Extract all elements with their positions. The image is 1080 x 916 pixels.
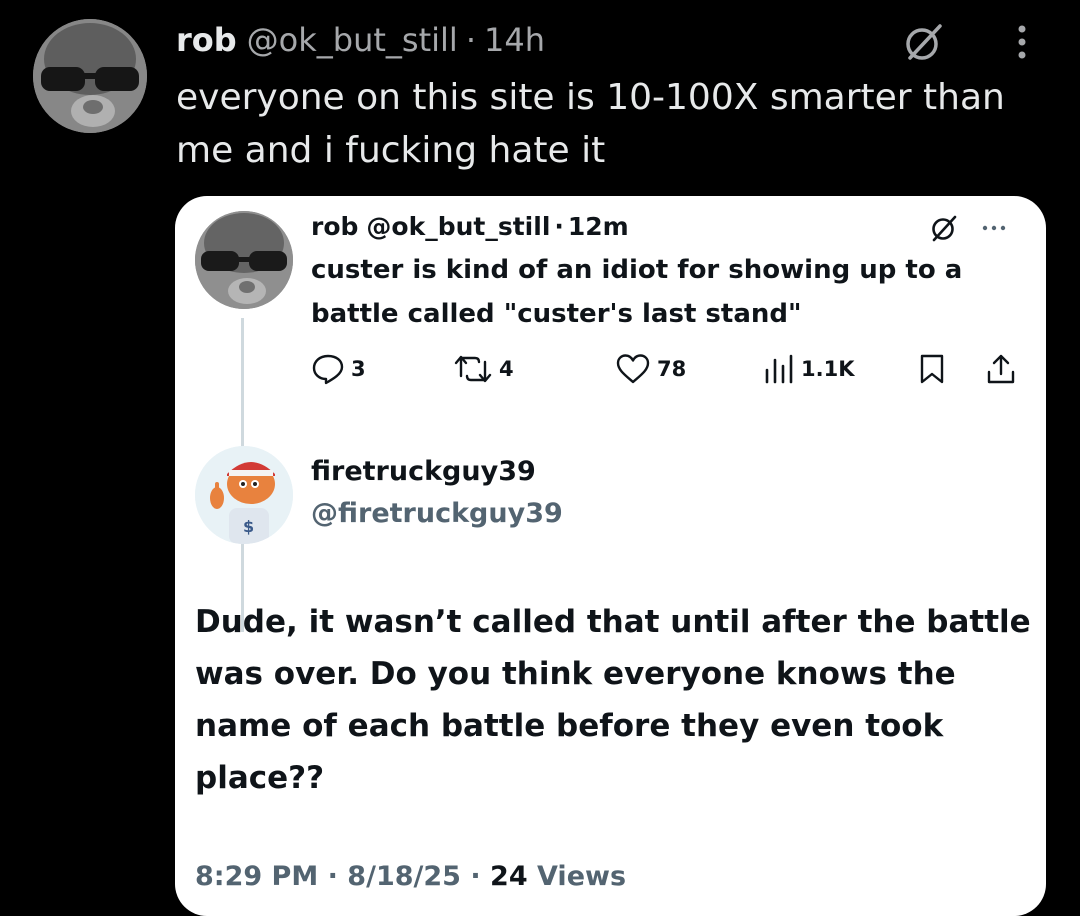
reply-display-name[interactable]: firetruckguy39 — [311, 456, 536, 487]
views-bar-icon — [765, 354, 793, 384]
like-button[interactable]: 78 — [615, 351, 686, 387]
reply-views-label: Views — [537, 861, 627, 892]
display-name[interactable]: rob — [176, 21, 237, 59]
separator: · — [470, 861, 481, 892]
bookmark-button[interactable] — [917, 351, 953, 387]
repost-icon — [454, 355, 492, 383]
reply-metadata: 8:29 PM · 8/18/25 · 24 Views — [195, 861, 626, 892]
display-name[interactable]: rob — [311, 212, 358, 241]
separator: · — [465, 21, 476, 59]
reply-count: 3 — [351, 357, 366, 381]
outer-tweet-header: rob @ok_but_still · 14h — [176, 18, 545, 62]
repost-count: 4 — [499, 357, 514, 381]
embedded-screenshot[interactable]: rob @ok_but_still · 12m custer is kind o… — [175, 196, 1046, 916]
quoted-tweet-text: custer is kind of an idiot for showing u… — [311, 255, 963, 329]
repost-button[interactable]: 4 — [453, 351, 514, 387]
more-horizontal-icon[interactable] — [979, 216, 1009, 240]
user-handle[interactable]: @ok_but_still — [247, 21, 458, 59]
views-button[interactable]: 1.1K — [763, 351, 854, 387]
more-vertical-icon[interactable] — [1000, 20, 1044, 64]
heart-icon — [616, 354, 650, 384]
reply-icon — [312, 354, 344, 385]
svg-text:$: $ — [243, 517, 254, 536]
reply-button[interactable]: 3 — [311, 351, 366, 387]
separator: · — [554, 211, 564, 241]
bookmark-icon — [920, 354, 944, 384]
tweet-action-bar: 3 4 78 1.1K — [311, 351, 1031, 387]
reply-user-handle[interactable]: @firetruckguy39 — [311, 498, 563, 529]
outer-avatar[interactable] — [33, 19, 147, 133]
reply-text: Dude, it wasn’t called that until after … — [195, 604, 1031, 796]
share-icon — [987, 354, 1015, 384]
reply-time[interactable]: 8:29 PM — [195, 861, 318, 892]
view-count: 1.1K — [801, 357, 855, 381]
user-handle[interactable]: @ok_but_still — [366, 212, 550, 241]
reply-views-count: 24 — [490, 861, 528, 892]
timestamp[interactable]: 12m — [568, 212, 629, 241]
grok-slash-icon[interactable] — [902, 20, 946, 64]
reply-date[interactable]: 8/18/25 — [347, 861, 461, 892]
reply-avatar[interactable]: $ — [195, 446, 293, 544]
tweet-text: everyone on this site is 10-100X smarter… — [176, 77, 1005, 171]
share-button[interactable] — [985, 351, 1023, 387]
quoted-avatar[interactable] — [195, 211, 293, 309]
timestamp[interactable]: 14h — [484, 21, 545, 59]
quoted-tweet-header: rob @ok_but_still · 12m — [311, 208, 629, 244]
like-count: 78 — [657, 357, 687, 381]
grok-slash-icon[interactable] — [929, 213, 959, 243]
separator: · — [327, 861, 338, 892]
